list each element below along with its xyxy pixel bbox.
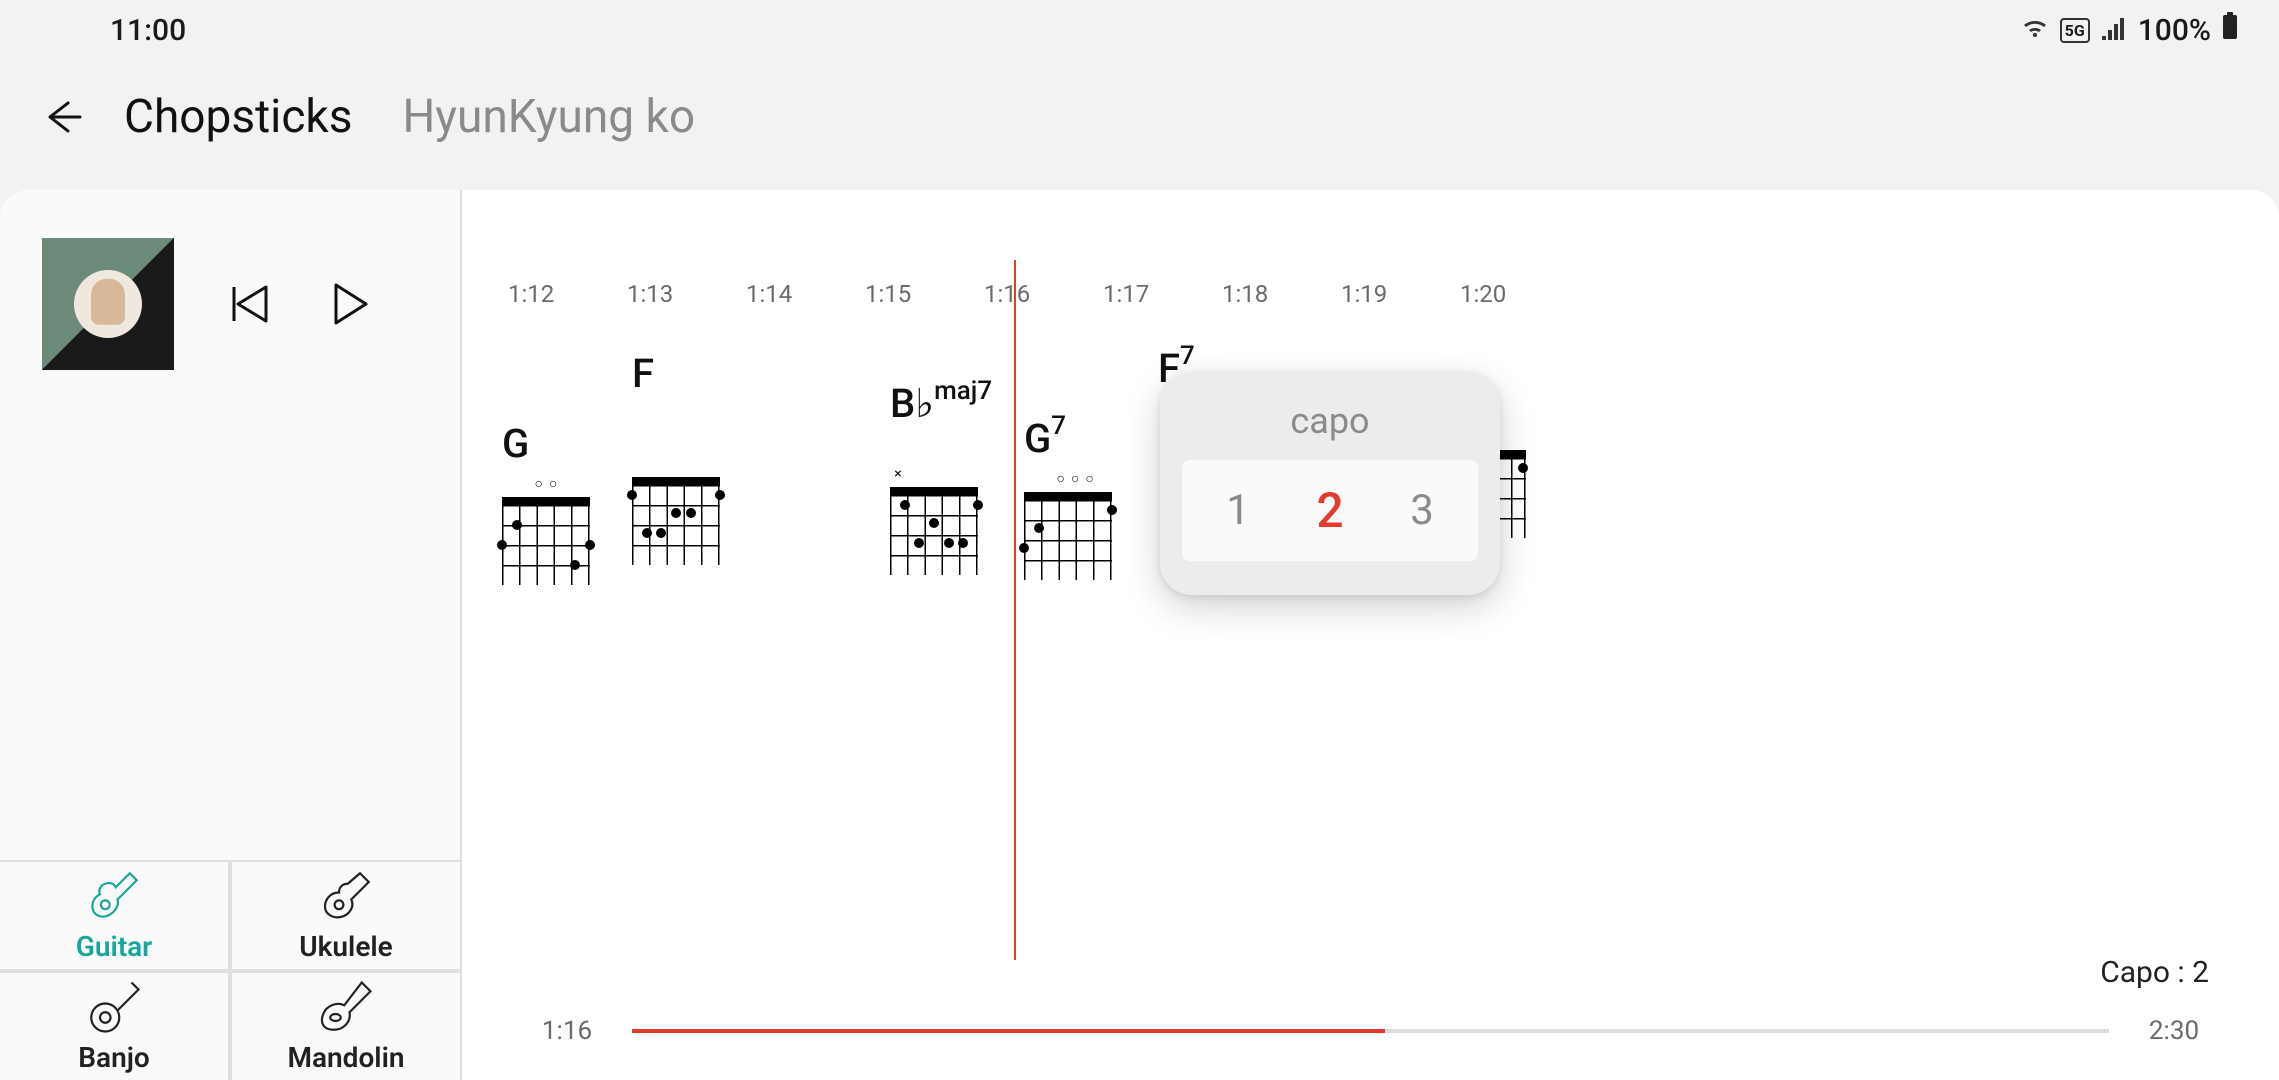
capo-status[interactable]: Capo : 2 xyxy=(2100,955,2209,990)
capo-popup[interactable]: capo 1 2 3 xyxy=(1160,372,1500,595)
instrument-label: Banjo xyxy=(78,1041,149,1074)
capo-options: 1 2 3 xyxy=(1182,460,1478,561)
instrument-label: Mandolin xyxy=(288,1041,405,1074)
left-panel: Guitar Ukulele Banjo Mandolin xyxy=(0,190,460,1080)
mandolin-icon xyxy=(318,979,374,1035)
battery-icon xyxy=(2221,11,2239,49)
banjo-icon xyxy=(86,979,142,1035)
progress-fill xyxy=(632,1029,1385,1033)
back-button[interactable] xyxy=(40,95,84,139)
fretboard: ○○ xyxy=(502,477,590,585)
current-time: 1:16 xyxy=(532,1016,602,1046)
timeline-tick: 1:20 xyxy=(1460,280,1506,308)
status-bar: 11:00 5G 100% xyxy=(0,0,2279,60)
header: Chopsticks HyunKyung ko xyxy=(0,60,2279,199)
instrument-grid: Guitar Ukulele Banjo Mandolin xyxy=(0,860,460,1080)
status-time: 11:00 xyxy=(110,13,186,48)
progress-bar[interactable]: 1:16 2:30 xyxy=(532,1016,2209,1046)
fretboard: ○○○ xyxy=(1024,472,1112,580)
progress-track[interactable] xyxy=(632,1029,2109,1033)
chord-G[interactable]: G ○○ xyxy=(502,420,590,585)
play-button[interactable] xyxy=(324,279,374,329)
capo-popup-title: capo xyxy=(1182,400,1478,442)
chord-name: B♭maj7 xyxy=(890,380,992,427)
wifi-icon xyxy=(2020,13,2050,48)
chord-partial[interactable] xyxy=(1498,450,1526,538)
fretboard xyxy=(1498,450,1526,538)
chord-name: G7 xyxy=(1024,415,1066,462)
chord-name: F xyxy=(632,350,654,397)
guitar-icon xyxy=(86,868,142,924)
main: Guitar Ukulele Banjo Mandolin 1:12 1:13 … xyxy=(0,190,2279,1080)
timeline-tick: 1:18 xyxy=(1222,280,1268,308)
instrument-ukulele[interactable]: Ukulele xyxy=(232,862,460,969)
play-icon xyxy=(324,279,374,329)
network-badge: 5G xyxy=(2060,18,2090,43)
timeline-tick: 1:14 xyxy=(746,280,792,308)
instrument-banjo[interactable]: Banjo xyxy=(0,973,228,1080)
song-artist: HyunKyung ko xyxy=(402,90,695,144)
capo-option-1[interactable]: 1 xyxy=(1208,486,1268,535)
timeline-tick: 1:19 xyxy=(1341,280,1387,308)
timeline-tick: 1:15 xyxy=(865,280,911,308)
instrument-label: Guitar xyxy=(76,930,153,963)
chord-F[interactable]: F xyxy=(632,350,720,565)
status-indicators: 5G 100% xyxy=(2020,11,2239,49)
total-time: 2:30 xyxy=(2139,1016,2209,1046)
player-controls xyxy=(0,190,460,410)
ukulele-icon xyxy=(318,868,374,924)
fretboard xyxy=(632,477,720,565)
timeline-tick: 1:13 xyxy=(627,280,673,308)
album-art[interactable] xyxy=(42,238,174,370)
chord-name: G xyxy=(502,420,529,467)
instrument-mandolin[interactable]: Mandolin xyxy=(232,973,460,1080)
battery-percent: 100% xyxy=(2138,13,2211,48)
chord-Bbmaj7[interactable]: B♭maj7 × xyxy=(890,380,992,575)
cellular-icon xyxy=(2100,13,2128,48)
chord-area[interactable]: 1:12 1:13 1:14 1:15 1:16 1:17 1:18 1:19 … xyxy=(460,190,2279,1080)
skip-previous-icon xyxy=(224,279,274,329)
timeline-tick: 1:17 xyxy=(1103,280,1149,308)
capo-option-3[interactable]: 3 xyxy=(1392,486,1452,535)
instrument-label: Ukulele xyxy=(299,930,392,963)
chord-G7[interactable]: G7 ○○○ xyxy=(1024,415,1112,580)
fretboard: × xyxy=(890,467,978,575)
timeline-tick: 1:16 xyxy=(984,280,1030,308)
capo-option-2[interactable]: 2 xyxy=(1300,482,1360,539)
arrow-left-icon xyxy=(40,95,84,139)
previous-button[interactable] xyxy=(224,279,274,329)
timeline-tick: 1:12 xyxy=(508,280,554,308)
song-title: Chopsticks xyxy=(124,90,352,144)
instrument-guitar[interactable]: Guitar xyxy=(0,862,228,969)
